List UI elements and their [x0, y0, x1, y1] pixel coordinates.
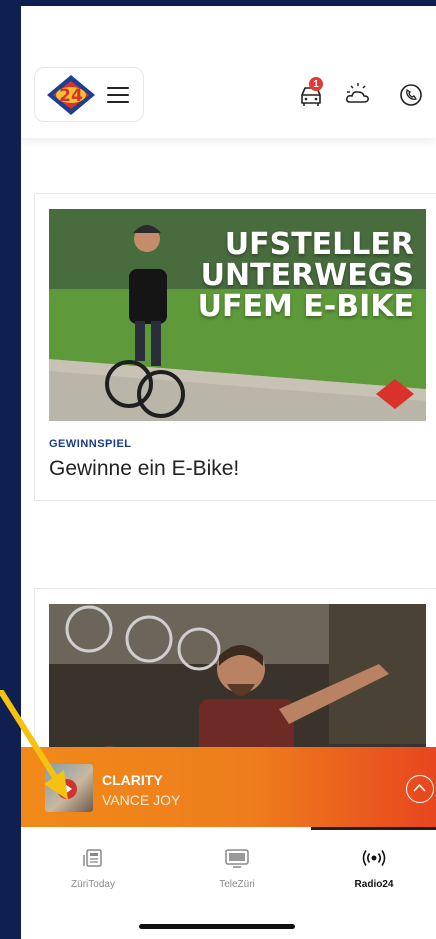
overlay-line-2: UNTERWEGS — [200, 258, 414, 293]
article-card[interactable]: UFSTELLER UNTERWEGS UFEM E-BIKE GEWINNSP… — [34, 193, 436, 501]
hamburger-icon[interactable] — [107, 86, 129, 103]
overlay-line-3: UFEM E-BIKE — [197, 289, 414, 324]
tv-icon — [225, 849, 249, 868]
top-header: 24 1 — [21, 6, 436, 138]
article-image[interactable]: UFSTELLER UNTERWEGS UFEM E-BIKE — [49, 209, 426, 421]
overlay-line-1: UFSTELLER — [224, 227, 414, 262]
radio24-logo: 24 — [47, 74, 95, 115]
image-overlay-text: UFSTELLER UNTERWEGS UFEM E-BIKE — [198, 229, 414, 322]
home-indicator[interactable] — [139, 924, 295, 929]
annotation-arrow-icon — [0, 690, 68, 800]
whatsapp-icon[interactable] — [396, 80, 426, 110]
brand-menu-button[interactable]: 24 — [34, 67, 144, 122]
article-headline[interactable]: Gewinne ein E-Bike! — [49, 457, 239, 481]
track-title: CLARITY — [102, 772, 163, 788]
tab-telezuri[interactable]: TeleZüri — [177, 847, 297, 890]
notification-badge: 1 — [309, 77, 323, 91]
chevron-up-icon — [413, 783, 426, 792]
tab-label: ZüriToday — [71, 879, 115, 890]
article-category-tag: GEWINNSPIEL — [49, 438, 132, 450]
app-screen: 24 1 UFSTELLER UNTERWEGS UFEM E-BIKE GEW… — [21, 6, 436, 939]
tab-label: TeleZüri — [219, 879, 255, 890]
active-tab-indicator — [311, 827, 436, 830]
track-artist: VANCE JOY — [102, 792, 181, 808]
tab-label: Radio24 — [354, 879, 394, 890]
logo-number: 24 — [59, 86, 83, 106]
newspaper-icon — [83, 849, 102, 867]
weather-icon[interactable] — [343, 80, 373, 110]
mini-player[interactable]: CLARITY VANCE JOY — [21, 747, 436, 827]
expand-player-button[interactable] — [406, 775, 434, 803]
bottom-tab-bar: ZüriToday TeleZüri Radio24 — [21, 827, 436, 939]
tab-radio24[interactable]: Radio24 — [314, 847, 434, 890]
tab-zuritoday[interactable]: ZüriToday — [33, 847, 153, 890]
radio-icon — [362, 850, 386, 866]
